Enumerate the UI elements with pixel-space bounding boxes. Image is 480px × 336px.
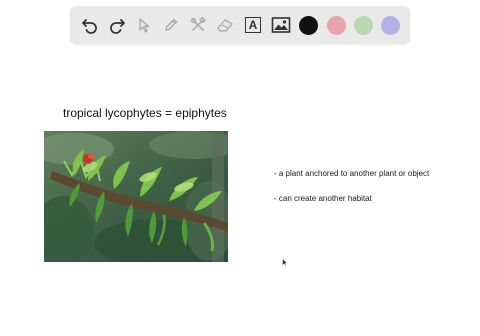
eraser-icon[interactable] bbox=[213, 13, 237, 37]
drawing-toolbar: A bbox=[70, 6, 410, 44]
color-swatch-lavender[interactable] bbox=[381, 16, 400, 35]
note-definition: - a plant anchored to another plant or o… bbox=[274, 169, 430, 178]
text-icon[interactable]: A bbox=[241, 13, 265, 37]
pencil-icon[interactable] bbox=[159, 13, 183, 37]
color-swatch-pink[interactable] bbox=[327, 16, 346, 35]
image-icon[interactable] bbox=[269, 13, 293, 37]
color-swatch-green[interactable] bbox=[354, 16, 373, 35]
note-habitat: - can create another habitat bbox=[274, 194, 372, 203]
pointer-icon[interactable] bbox=[132, 13, 156, 37]
redo-icon[interactable] bbox=[105, 13, 129, 37]
mouse-cursor-icon bbox=[282, 254, 288, 272]
undo-icon[interactable] bbox=[78, 13, 102, 37]
slide-title: tropical lycophytes = epiphytes bbox=[63, 106, 227, 120]
text-tool-glyph: A bbox=[245, 17, 261, 33]
epiphyte-photo bbox=[44, 131, 228, 262]
color-swatch-black[interactable] bbox=[299, 16, 318, 35]
tools-icon[interactable] bbox=[186, 13, 210, 37]
